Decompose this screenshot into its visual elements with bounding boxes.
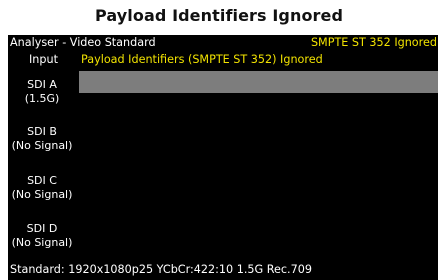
channel-name: SDI B xyxy=(27,125,57,138)
channel-sdi-d: SDI D (No Signal) xyxy=(8,222,76,250)
channel-status: (No Signal) xyxy=(11,236,73,249)
standard-status-line: Standard: 1920x1080p25 YCbCr:422:10 1.5G… xyxy=(10,263,312,276)
payload-ignored-message: Payload Identifiers (SMPTE ST 352) Ignor… xyxy=(81,53,323,66)
channel-name: SDI A xyxy=(27,78,57,91)
channel-name: SDI C xyxy=(27,174,57,187)
channel-status: (No Signal) xyxy=(11,139,73,152)
channel-sdi-b: SDI B (No Signal) xyxy=(8,125,76,153)
input-label: Input xyxy=(29,53,58,66)
sdi-a-payload-bar xyxy=(79,71,438,93)
channel-name: SDI D xyxy=(26,222,58,235)
channel-sdi-a: SDI A (1.5G) xyxy=(8,78,76,106)
figure-caption: Payload Identifiers Ignored xyxy=(94,6,344,25)
channel-status: (No Signal) xyxy=(11,188,73,201)
st352-ignored-indicator: SMPTE ST 352 Ignored xyxy=(310,36,437,49)
analyser-screen: Analyser - Video Standard SMPTE ST 352 I… xyxy=(8,35,438,280)
channel-status: (1.5G) xyxy=(24,92,60,105)
channel-sdi-c: SDI C (No Signal) xyxy=(8,174,76,202)
screen-title: Analyser - Video Standard xyxy=(10,36,156,49)
